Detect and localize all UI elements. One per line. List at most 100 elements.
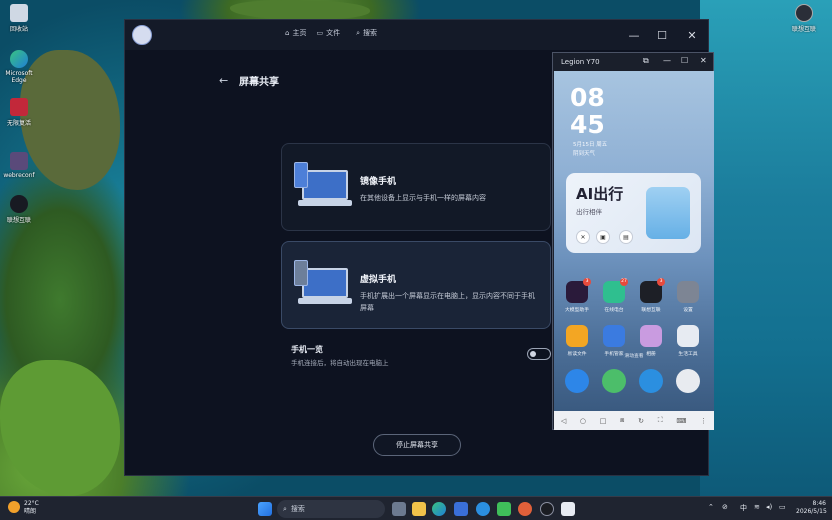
recents-icon[interactable]: □	[600, 417, 607, 425]
desktop-icon-app-red[interactable]: 无限复活	[0, 98, 39, 127]
back-arrow-icon[interactable]: ←	[219, 74, 228, 87]
phone-app-0[interactable]: 3 大模型助手	[560, 278, 594, 313]
search-icon: ⌕	[283, 504, 287, 513]
chevron-up-icon[interactable]: ⌃	[708, 503, 714, 511]
phone-app-2[interactable]: 3 联想互联	[634, 278, 668, 313]
battery-icon[interactable]: ▭	[779, 503, 786, 511]
phone-app-3[interactable]: 设置	[671, 281, 705, 313]
back-icon[interactable]: ◁	[561, 417, 566, 425]
dock-phone-icon[interactable]	[560, 369, 594, 396]
file-explorer-icon[interactable]	[412, 502, 426, 516]
pin-icon[interactable]: ⧉	[643, 56, 649, 66]
notification-badge: 3	[657, 278, 665, 286]
lock-icon[interactable]: ▣	[596, 230, 610, 244]
dock-messages-icon[interactable]	[597, 369, 631, 396]
fullscreen-icon[interactable]: ⛶	[658, 416, 663, 425]
card-title: 镜像手机	[360, 177, 397, 187]
more-icon[interactable]: ⋮	[700, 417, 707, 425]
maximize-button[interactable]: ☐	[647, 20, 677, 50]
desktop-icon-recycle-bin[interactable]: 回收站	[0, 4, 39, 33]
close-button[interactable]: ✕	[700, 56, 707, 65]
close-icon[interactable]: ✕	[576, 230, 590, 244]
desktop-icon-edge[interactable]: Microsoft Edge	[0, 50, 39, 84]
app-label: 大模型助手	[565, 308, 589, 313]
phone-app-1[interactable]: 27 在线电台	[597, 278, 631, 313]
ai-assistant-icon[interactable]	[518, 502, 532, 516]
lenovo-link-icon[interactable]	[540, 502, 554, 516]
top-nav: ⌂ 主页 ▭ 文件 ⌕ 搜索	[285, 28, 377, 38]
edge-icon	[10, 50, 28, 68]
phone-screen[interactable]: 08 45 5月15日 周五 阴到天气 AI出行 出行相伴 ✕ ▣ ▤ 3 大模型…	[554, 71, 714, 411]
lenovo-link-icon	[795, 4, 813, 22]
notification-badge: 27	[620, 278, 628, 286]
volume-icon[interactable]: ◂)	[766, 503, 772, 511]
webreconf-icon	[10, 152, 28, 170]
mirror-phone-card[interactable]: 镜像手机 在其他设备上显示与手机一样的屏幕内容	[281, 143, 551, 231]
phone-window-title: Legion Y70	[561, 58, 600, 66]
card-desc: 在其他设备上显示与手机一样的屏幕内容	[360, 194, 486, 202]
browser-icon	[639, 369, 663, 393]
suitcase-icon	[646, 187, 690, 239]
app-icon: 3	[566, 278, 591, 303]
nav-search[interactable]: ⌕ 搜索	[356, 28, 377, 38]
maximize-button[interactable]: ☐	[681, 56, 688, 65]
nav-home[interactable]: ⌂ 主页	[285, 28, 306, 38]
ai-travel-widget[interactable]: AI出行 出行相伴 ✕ ▣ ▤	[566, 173, 701, 253]
desktop-sea-right	[700, 0, 832, 496]
dock-browser-icon[interactable]	[634, 369, 668, 396]
home-icon: ⌂	[285, 29, 290, 37]
app-icon	[566, 325, 588, 347]
desktop-icon-lenovo-link[interactable]: 联想互联	[0, 195, 39, 224]
app-icon	[677, 325, 699, 347]
app-icon: 3	[640, 278, 665, 303]
clock-minute: 45	[570, 110, 605, 139]
minimize-button[interactable]: —	[619, 20, 649, 50]
weather-widget[interactable]: 22°C 晴朗	[24, 500, 39, 516]
desktop-icon-webreconf[interactable]: webreconf	[0, 152, 39, 179]
wifi-icon[interactable]: ≋	[754, 503, 760, 511]
phone-mirror-window: Legion Y70 ⧉ — ☐ ✕ 08 45 5月15日 周五 阴到天气 A…	[552, 52, 714, 430]
keyboard-icon[interactable]: ⌨	[676, 417, 686, 425]
close-button[interactable]: ✕	[677, 20, 707, 50]
desktop-cliff-top	[230, 0, 370, 20]
store-icon[interactable]	[454, 502, 468, 516]
minimize-button[interactable]: —	[663, 56, 671, 65]
phone-window-titlebar: Legion Y70 ⧉ — ☐ ✕	[553, 53, 713, 71]
ai-card-title: AI出行	[576, 185, 624, 203]
avatar[interactable]	[132, 25, 152, 45]
nav-files[interactable]: ▭ 文件	[316, 28, 340, 38]
browser-icon[interactable]	[476, 502, 490, 516]
edge-icon[interactable]	[432, 502, 446, 516]
stop-screen-share-button[interactable]: 停止屏幕共享	[373, 434, 461, 456]
home-icon[interactable]: ○	[580, 417, 586, 425]
screenshot-icon[interactable]: ⧈	[620, 416, 624, 425]
screen-share-app-icon[interactable]	[561, 502, 575, 516]
task-view-icon[interactable]	[392, 502, 406, 516]
messages-icon	[602, 369, 626, 393]
camera-icon	[676, 369, 700, 393]
page-hint: 滑动查看	[624, 354, 644, 359]
wechat-icon[interactable]	[497, 502, 511, 516]
app-label: 联想互联	[641, 308, 661, 313]
dock-camera-icon[interactable]	[671, 369, 705, 396]
taskbar-clock[interactable]: 8:46 2026/5/15	[796, 500, 827, 516]
windows-start-icon[interactable]	[258, 502, 272, 516]
app-icon: 27	[603, 278, 628, 303]
title-bar: ⌂ 主页 ▭ 文件 ⌕ 搜索 — ☐ ✕	[125, 20, 708, 50]
rotate-icon[interactable]: ↻	[638, 417, 644, 425]
phone-list-desc: 手机连接后，将自动出现在电脑上	[291, 359, 389, 367]
desktop-icon-top-right[interactable]: 联想互联	[784, 4, 824, 33]
ime-indicator[interactable]: 中	[740, 503, 747, 513]
ticket-icon[interactable]: ▤	[619, 230, 633, 244]
phone-icon	[565, 369, 589, 393]
network-icon[interactable]: ⊘	[722, 503, 728, 511]
phone-list-toggle[interactable]	[527, 348, 551, 360]
taskbar: 22°C 晴朗 ⌕ 搜索 ⌃ ⊘ 中 ≋ ◂) ▭ 8:46 2026/5/15	[0, 496, 832, 520]
ai-card-subtitle: 出行相伴	[576, 208, 602, 216]
app-icon	[640, 325, 662, 347]
weather-sun-icon	[8, 501, 20, 513]
virtual-phone-card[interactable]: 虚拟手机 手机扩展出一个屏幕显示在电脑上，显示内容不同于手机屏幕	[281, 241, 551, 329]
app-icon	[677, 281, 699, 303]
search-icon: ⌕	[356, 28, 360, 37]
taskbar-search[interactable]: ⌕ 搜索	[277, 500, 385, 518]
